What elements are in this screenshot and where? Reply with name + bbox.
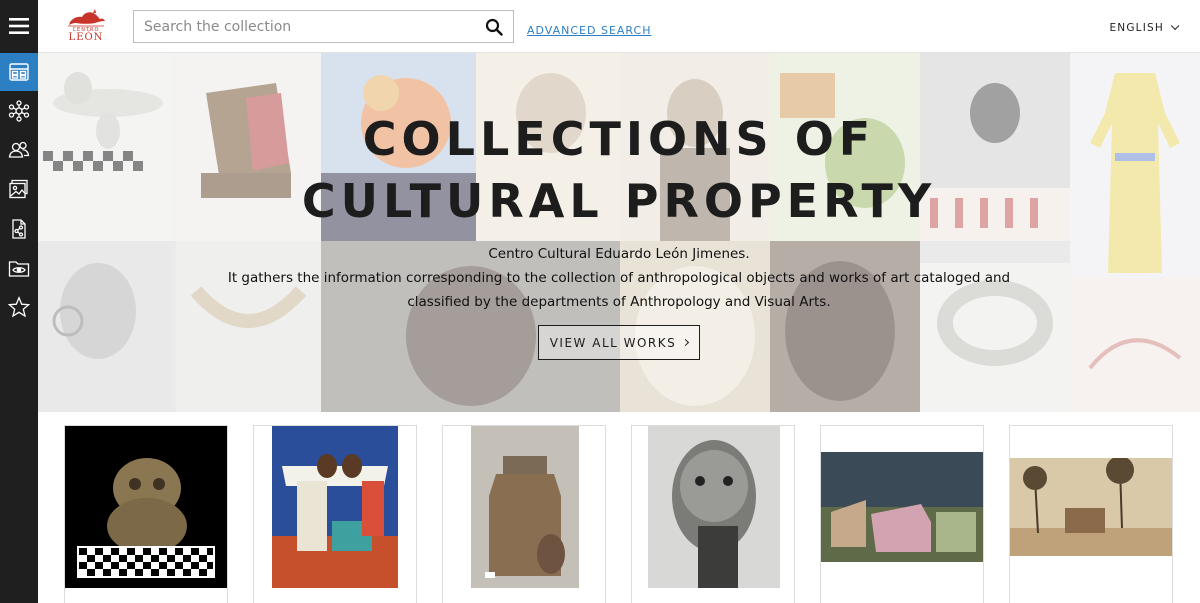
eye-folder-icon[interactable] — [0, 249, 38, 287]
metal-milk-can-artwork — [471, 426, 579, 588]
hamburger-menu-icon[interactable] — [0, 7, 38, 45]
hero-subtitle-line1: Centro Cultural Eduardo León Jimenes. — [488, 246, 750, 262]
hero-subtitle-line2: It gathers the information corresponding… — [227, 270, 1011, 286]
search-box — [133, 10, 514, 43]
left-sidebar — [0, 0, 38, 603]
search-input[interactable] — [144, 11, 474, 42]
chevron-right-icon — [682, 338, 690, 347]
hero-title-line1: COLLECTIONS OF — [362, 112, 876, 166]
view-all-works-label: VIEW ALL WORKS — [549, 335, 677, 350]
view-all-works-button[interactable]: VIEW ALL WORKS — [538, 325, 700, 360]
language-selector[interactable]: ENGLISH — [1109, 21, 1180, 34]
hero-subtitle-line3: classified by the departments of Anthrop… — [407, 294, 831, 310]
houses-landscape-artwork — [821, 452, 983, 562]
hero-title-line2: CULTURAL PROPERTY — [301, 174, 937, 228]
work-card-stone-figure[interactable] — [64, 425, 228, 603]
work-card-portrait[interactable] — [631, 425, 795, 603]
people-icon[interactable] — [0, 131, 38, 169]
work-card-painting[interactable] — [253, 425, 417, 603]
network-icon[interactable] — [0, 92, 38, 130]
search-icon[interactable] — [485, 18, 503, 36]
share-document-icon[interactable] — [0, 210, 38, 248]
gallery-image-icon[interactable] — [0, 170, 38, 208]
painting-women-artwork — [272, 426, 398, 588]
top-header: CENTRO LEÓN ADVANCED SEARCH ENGLISH — [38, 0, 1200, 53]
palm-trees-landscape-artwork — [1010, 458, 1172, 556]
portrait-photograph-artwork — [648, 426, 780, 588]
work-card-houses[interactable] — [820, 425, 984, 603]
star-icon[interactable] — [0, 288, 38, 326]
language-label: ENGLISH — [1109, 22, 1164, 34]
advanced-search-link[interactable]: ADVANCED SEARCH — [527, 24, 651, 37]
hero-subtitle: Centro Cultural Eduardo León Jimenes. It… — [38, 242, 1200, 314]
work-card-milk-can[interactable] — [442, 425, 606, 603]
work-card-palms[interactable] — [1009, 425, 1173, 603]
hero-banner: COLLECTIONS OF CULTURAL PROPERTY Centro … — [38, 53, 1200, 412]
collection-grid-icon[interactable] — [0, 53, 38, 91]
chevron-down-icon — [1170, 21, 1180, 31]
featured-works-row — [38, 412, 1200, 603]
centro-leon-logo[interactable]: CENTRO LEÓN — [64, 8, 108, 46]
hero-title: COLLECTIONS OF CULTURAL PROPERTY — [38, 108, 1200, 232]
stone-figure-artwork — [65, 426, 227, 588]
logo-text: LEÓN — [68, 32, 104, 43]
